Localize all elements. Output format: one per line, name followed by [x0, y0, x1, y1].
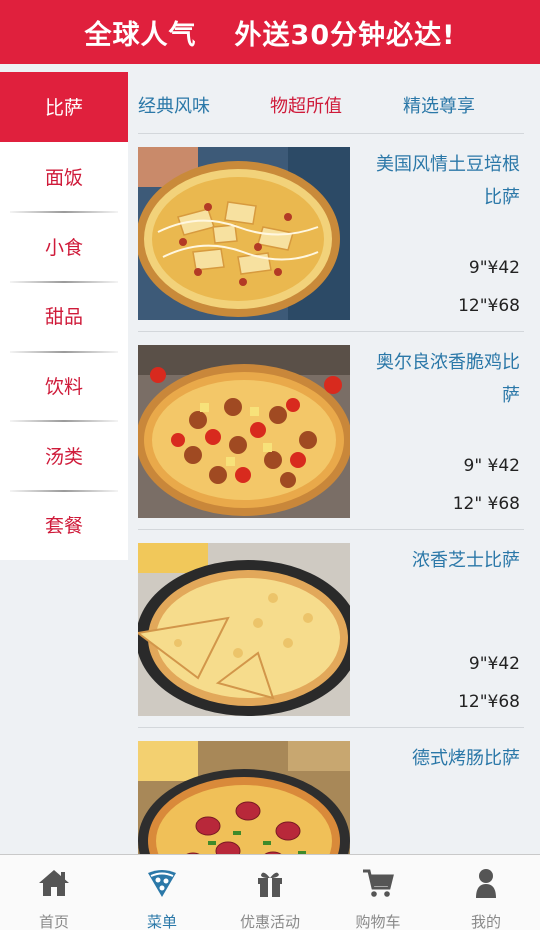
sidebar-item-label: 甜品 [44, 306, 83, 329]
product-image[interactable] [138, 741, 350, 854]
gift-icon [253, 867, 287, 903]
tabbar-label: 我的 [470, 913, 501, 930]
product-card[interactable]: 美国风情土豆培根比萨 9"¥42 12"¥68 [138, 134, 524, 332]
sidebar-item-noodles-rice[interactable]: 面饭 [0, 142, 128, 212]
subcategory-tabs: 经典风味 物超所值 精选尊享 [128, 72, 540, 134]
product-name[interactable]: 浓香芝士比萨 [370, 544, 520, 577]
category-sidebar: 比萨 面饭 小食 甜品 饮料 汤类 套餐 [0, 72, 128, 560]
product-name[interactable]: 美国风情土豆培根比萨 [370, 148, 520, 214]
price-9-inch: 9" ¥42 [463, 456, 521, 476]
tabbar-item-cart[interactable]: 购物车 [324, 855, 432, 930]
sidebar-item-desserts[interactable]: 甜品 [0, 281, 128, 351]
tab-value[interactable]: 物超所值 [270, 92, 342, 118]
tabbar-label: 购物车 [355, 913, 401, 930]
sidebar-item-pizza[interactable]: 比萨 [0, 72, 128, 142]
home-icon [37, 867, 71, 903]
banner-right-text: 外送30分钟必达! [234, 19, 456, 51]
price-12-inch: 12"¥68 [458, 692, 520, 712]
tabbar-label: 首页 [38, 913, 69, 930]
tabbar-item-promotions[interactable]: 优惠活动 [216, 855, 324, 930]
sidebar-item-label: 小食 [44, 236, 83, 259]
product-image[interactable] [138, 345, 350, 518]
product-card[interactable]: 浓香芝士比萨 9"¥42 12"¥68 [138, 530, 524, 728]
product-image[interactable] [138, 543, 350, 716]
tabbar-label: 菜单 [146, 913, 177, 930]
price-12-inch: 12"¥68 [458, 296, 520, 316]
product-card[interactable]: 奥尔良浓香脆鸡比萨 9" ¥42 12" ¥68 [138, 332, 524, 530]
product-name[interactable]: 德式烤肠比萨 [370, 742, 520, 775]
product-image[interactable] [138, 147, 350, 320]
sidebar-item-label: 面饭 [44, 167, 83, 190]
tabbar-item-profile[interactable]: 我的 [432, 855, 540, 930]
product-card[interactable]: 德式烤肠比萨 [138, 728, 524, 854]
tabbar-item-menu[interactable]: 菜单 [108, 855, 216, 930]
price-9-inch: 9"¥42 [468, 654, 520, 674]
banner-left-text: 全球人气 [84, 19, 197, 51]
sidebar-item-drinks[interactable]: 饮料 [0, 350, 128, 421]
sidebar-item-label: 饮料 [44, 376, 83, 399]
sidebar-item-soups[interactable]: 汤类 [0, 420, 128, 490]
sidebar-item-label: 比萨 [44, 97, 83, 120]
bottom-tab-bar: 首页 菜单 优惠活动 购物车 我的 [0, 854, 540, 930]
user-icon [469, 867, 503, 903]
tabbar-item-home[interactable]: 首页 [0, 855, 108, 930]
sidebar-item-label: 套餐 [44, 515, 83, 538]
tabbar-label: 优惠活动 [239, 913, 300, 930]
cart-icon [361, 867, 395, 903]
tab-premium[interactable]: 精选尊享 [403, 92, 475, 118]
sidebar-item-combos[interactable]: 套餐 [0, 490, 128, 560]
tab-classic[interactable]: 经典风味 [138, 92, 210, 118]
sidebar-item-label: 汤类 [44, 445, 83, 468]
price-12-inch: 12" ¥68 [452, 494, 520, 514]
product-list[interactable]: 美国风情土豆培根比萨 9"¥42 12"¥68 奥尔良浓香脆鸡比萨 9" ¥42… [138, 134, 524, 854]
pizza-slice-icon [145, 867, 179, 903]
price-9-inch: 9"¥42 [468, 258, 520, 278]
promo-banner: 全球人气 外送30分钟必达! [0, 0, 540, 64]
product-name[interactable]: 奥尔良浓香脆鸡比萨 [370, 346, 520, 412]
sidebar-item-snacks[interactable]: 小食 [0, 211, 128, 281]
